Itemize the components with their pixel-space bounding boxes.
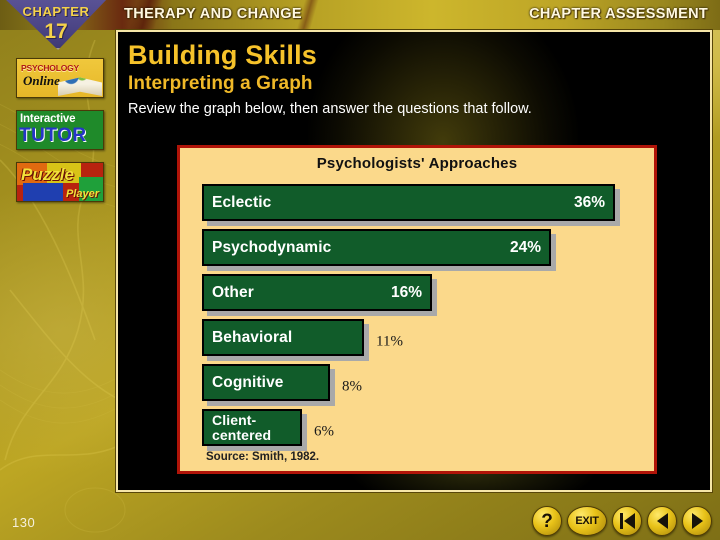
question-mark-icon: ? xyxy=(541,510,553,532)
chart-bar: Client-centered xyxy=(202,409,302,446)
chart-bar-value: 24% xyxy=(509,238,541,256)
sidebar: PSYCHOLOGY Online Interactive TUTOR Puzz… xyxy=(0,58,116,214)
chart-bar-label: Behavioral xyxy=(212,329,293,346)
chart-bar-label: Psychodynamic xyxy=(212,239,332,256)
previous-button[interactable] xyxy=(647,506,677,536)
help-button[interactable]: ? xyxy=(532,506,562,536)
chart-bar-value: 11% xyxy=(376,333,403,349)
slide-stage: THERAPY AND CHANGE CHAPTER ASSESSMENT CH… xyxy=(0,0,720,540)
sidebar-item-interactive-tutor[interactable]: Interactive TUTOR xyxy=(16,110,104,150)
content-panel: Building Skills Interpreting a Graph Rev… xyxy=(116,30,712,492)
chart-bar: Cognitive xyxy=(202,364,330,401)
skip-back-icon xyxy=(619,513,635,529)
chart-title: Psychologists' Approaches xyxy=(316,155,518,172)
nav-buttons: ? EXIT xyxy=(532,506,712,536)
chart-bar-row: Eclectic 36% xyxy=(202,184,644,229)
page-number: 130 xyxy=(12,515,36,530)
chart-bar-value: 16% xyxy=(390,283,422,301)
chart-bar-row: Cognitive 8% xyxy=(202,364,644,409)
chapter-badge-word: CHAPTER xyxy=(22,4,90,19)
chart-bar-row: Psychodynamic 24% xyxy=(202,229,644,274)
page-instruction: Review the graph below, then answer the … xyxy=(128,101,532,117)
chart-bar: Eclectic 36% xyxy=(202,184,615,221)
sidebar-item-label: Puzzle xyxy=(21,165,74,184)
exit-label: EXIT xyxy=(575,515,599,527)
page-title: Building Skills xyxy=(128,40,318,70)
chart-bar-label: Eclectic xyxy=(212,194,272,211)
chart-bar-row: Other 16% xyxy=(202,274,644,319)
page-subtitle: Interpreting a Graph xyxy=(128,73,313,94)
chart-bar-value: 8% xyxy=(342,378,362,394)
chart-bar-label: Cognitive xyxy=(212,374,284,391)
sidebar-item-label: PSYCHOLOGY xyxy=(21,63,79,73)
sidebar-item-puzzle-player[interactable]: Puzzle Player xyxy=(16,162,104,202)
chart-bar-row: Behavioral 11% xyxy=(202,319,644,364)
chart-bar: Psychodynamic 24% xyxy=(202,229,551,266)
chart-source: Source: Smith, 1982. xyxy=(206,451,320,463)
chart-bar-value: 36% xyxy=(573,193,605,211)
sidebar-item-sublabel: TUTOR xyxy=(19,125,87,146)
sidebar-item-sublabel: Player xyxy=(65,188,99,200)
chart-bar-value: 6% xyxy=(314,423,334,439)
chapter-badge: CHAPTER 17 xyxy=(4,0,108,50)
next-button[interactable] xyxy=(682,506,712,536)
puzzle-piece-icon xyxy=(23,183,63,201)
heading-block: Building Skills Interpreting a Graph Rev… xyxy=(128,40,532,119)
exit-button[interactable]: EXIT xyxy=(567,506,607,536)
unit-title: THERAPY AND CHANGE xyxy=(124,6,302,22)
chapter-badge-number: 17 xyxy=(44,20,68,43)
sidebar-item-label: Interactive xyxy=(20,113,76,125)
first-page-button[interactable] xyxy=(612,506,642,536)
chart-bar-label: Client-centered xyxy=(212,411,272,443)
top-header-bar: THERAPY AND CHANGE CHAPTER ASSESSMENT xyxy=(0,0,720,30)
chart-bar-label: Other xyxy=(212,284,254,301)
chapter-assessment-title: CHAPTER ASSESSMENT xyxy=(529,6,708,22)
chart-bar: Behavioral xyxy=(202,319,364,356)
chart-bars: Eclectic 36% Psychodynamic 24% Other 16% Behav… xyxy=(202,184,644,454)
chart-bar-row: Client-centered 6% xyxy=(202,409,644,454)
arrow-right-icon xyxy=(691,513,703,529)
arrow-left-icon xyxy=(656,513,668,529)
chart-panel: Psychologists' Approaches Eclectic 36% Psy… xyxy=(177,145,657,474)
sidebar-item-psychology-online[interactable]: PSYCHOLOGY Online xyxy=(16,58,104,98)
sidebar-item-sublabel: Online xyxy=(23,73,60,88)
chart-bar: Other 16% xyxy=(202,274,432,311)
